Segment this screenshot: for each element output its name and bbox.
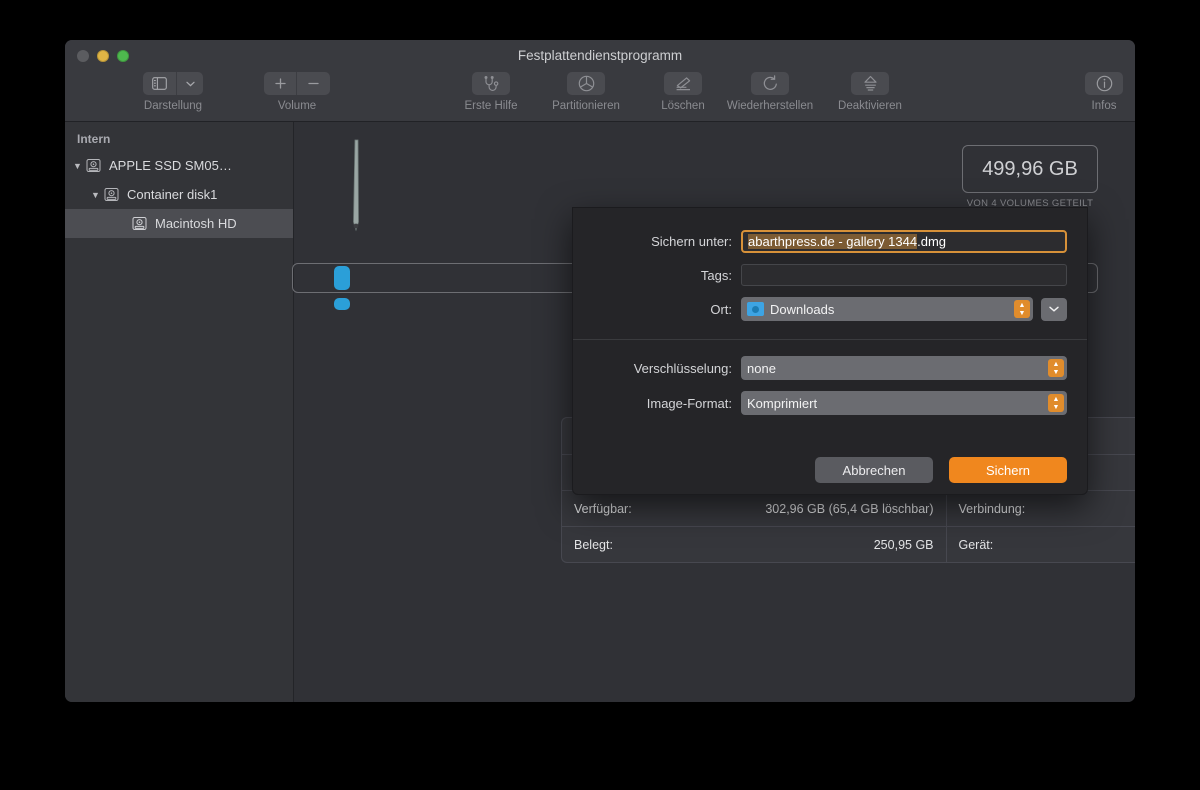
tags-row: Tags: [593,264,1067,286]
info-key: Verbindung: [958,501,1026,516]
expand-browser-button[interactable] [1041,297,1067,321]
save-dialog-buttons: Abbrechen Sichern [573,433,1087,494]
main-content: 499,96 GB VON 4 VOLUMES GETEILT Frei 237… [292,122,1135,702]
capacity-bar-segment-free[interactable] [334,266,350,290]
remove-volume-button[interactable] [297,72,330,95]
toolbar-label-erste-hilfe: Erste Hilfe [464,100,518,112]
toolbar-label-infos: Infos [1091,100,1117,112]
save-dialog-top-section: Sichern unter: abarthpress.de - gallery … [573,208,1087,339]
window-title: Festplattendienstprogramm [517,48,683,63]
restore-icon[interactable] [751,72,789,95]
disk-icon [86,158,103,173]
pie-chart-icon[interactable] [567,72,605,95]
info-icon[interactable] [1085,72,1123,95]
info-key: Gerät: [958,537,994,552]
capacity-total: 499,96 GB [962,145,1098,193]
sidebar: Intern ▼ APPLE SSD SM05… ▼ Container dis… [65,122,294,702]
location-row: Ort: Downloads ▲ ▼ [593,297,1067,321]
toolbar-item-darstellung[interactable]: Darstellung [128,72,218,112]
image-format-row: Image-Format: Komprimiert ▲ ▼ [593,391,1067,415]
encryption-value: none [747,360,776,376]
tags-input[interactable] [741,264,1067,286]
filename-selected-text: abarthpress.de - gallery 1344 [748,234,918,249]
save-as-label: Sichern unter: [651,234,732,249]
sidebar-section-header: Intern [77,132,111,146]
location-value: Downloads [770,301,835,317]
tags-label: Tags: [700,267,732,283]
toolbar: Festplattendienstprogramm Darstellung Vo… [65,40,1135,122]
toolbar-item-deaktivieren[interactable]: Deaktivieren [825,72,915,112]
save-as-row: Sichern unter: abarthpress.de - gallery … [593,230,1067,253]
sidebar-item-macintosh-hd[interactable]: ▼ Macintosh HD [65,209,293,238]
toolbar-item-wiederherstellen[interactable]: Wiederherstellen [725,72,815,112]
stepper-icon[interactable]: ▲ ▼ [1014,300,1030,318]
info-row-geraet: Gerät: disk1s1 [946,526,1135,562]
save-button[interactable]: Sichern [949,457,1067,483]
downloads-folder-icon [747,302,764,316]
sidebar-item-apple-ssd[interactable]: ▼ APPLE SSD SM05… [65,151,293,180]
encryption-label: Verschlüsselung: [633,360,732,376]
toolbar-label-partitionieren: Partitionieren [552,100,620,112]
window-body: Intern ▼ APPLE SSD SM05… ▼ Container dis… [65,122,1135,702]
disclosure-triangle-icon[interactable]: ▼ [69,161,86,171]
toolbar-label-loeschen: Löschen [661,100,705,112]
image-format-value: Komprimiert [747,395,818,411]
info-key: Verfügbar: [574,501,632,516]
disclosure-triangle-icon[interactable]: ▼ [87,190,104,200]
save-dialog-options-section: Verschlüsselung: none ▲▼ Image-Format: [573,340,1087,433]
location-select[interactable]: Downloads ▲ ▼ [741,297,1033,321]
toolbar-item-volume[interactable]: Volume [252,72,342,112]
filename-extension-text: .dmg [917,234,947,249]
sidebar-item-label: Container disk1 [127,187,218,202]
stepper-icon[interactable]: ▲ ▼ [1048,394,1064,412]
disk-icon [132,216,149,231]
save-dialog-sheet: Sichern unter: abarthpress.de - gallery … [572,207,1088,495]
location-label: Ort: [710,301,732,317]
toolbar-label-darstellung: Darstellung [143,100,203,112]
sidebar-item-container-disk1[interactable]: ▼ Container disk1 [65,180,293,209]
encryption-select[interactable]: none ▲ ▼ [741,356,1067,380]
toolbar-label-deaktivieren: Deaktivieren [838,100,902,112]
info-row-belegt: Belegt: 250,95 GB [562,526,946,562]
toolbar-label-volume: Volume [277,100,317,112]
image-format-label: Image-Format: [646,395,732,411]
capacity-bar-segment-other[interactable] [334,298,350,310]
toolbar-label-wiederherstellen: Wiederherstellen [726,100,814,112]
disk-icon [104,187,121,202]
toolbar-item-partitionieren[interactable]: Partitionieren [541,72,631,112]
chevron-down-icon[interactable] [177,72,203,95]
cancel-button[interactable]: Abbrechen [815,457,933,483]
disk-illustration-icon [348,122,364,262]
sidebar-view-icon[interactable] [143,72,203,95]
encryption-row: Verschlüsselung: none ▲ ▼ [593,356,1067,380]
disk-utility-window: Festplattendienstprogramm Darstellung Vo… [65,40,1135,702]
erase-icon[interactable] [664,72,702,95]
info-value: 250,95 GB [873,537,934,552]
toolbar-item-erste-hilfe[interactable]: Erste Hilfe [446,72,536,112]
image-format-select[interactable]: Komprimiert ▲ ▼ [741,391,1067,415]
sidebar-item-label: APPLE SSD SM05… [109,158,232,173]
stepper-icon[interactable]: ▲ ▼ [1048,359,1064,377]
plus-minus-icon[interactable] [264,72,330,95]
info-value: 302,96 GB (65,4 GB löschbar) [765,501,934,516]
toolbar-item-loeschen[interactable]: Löschen [638,72,728,112]
sidebar-item-label: Macintosh HD [155,216,237,231]
info-row-verbindung: Verbindung: PCI-Express [946,490,1135,526]
stethoscope-icon[interactable] [472,72,510,95]
info-key: Belegt: [574,537,613,552]
toolbar-item-infos[interactable]: Infos [1059,72,1135,112]
eject-icon[interactable] [851,72,889,95]
filename-input[interactable]: abarthpress.de - gallery 1344 .dmg [741,230,1067,253]
add-volume-button[interactable] [264,72,297,95]
info-row-verfuegbar: Verfügbar: 302,96 GB (65,4 GB löschbar) [562,490,946,526]
